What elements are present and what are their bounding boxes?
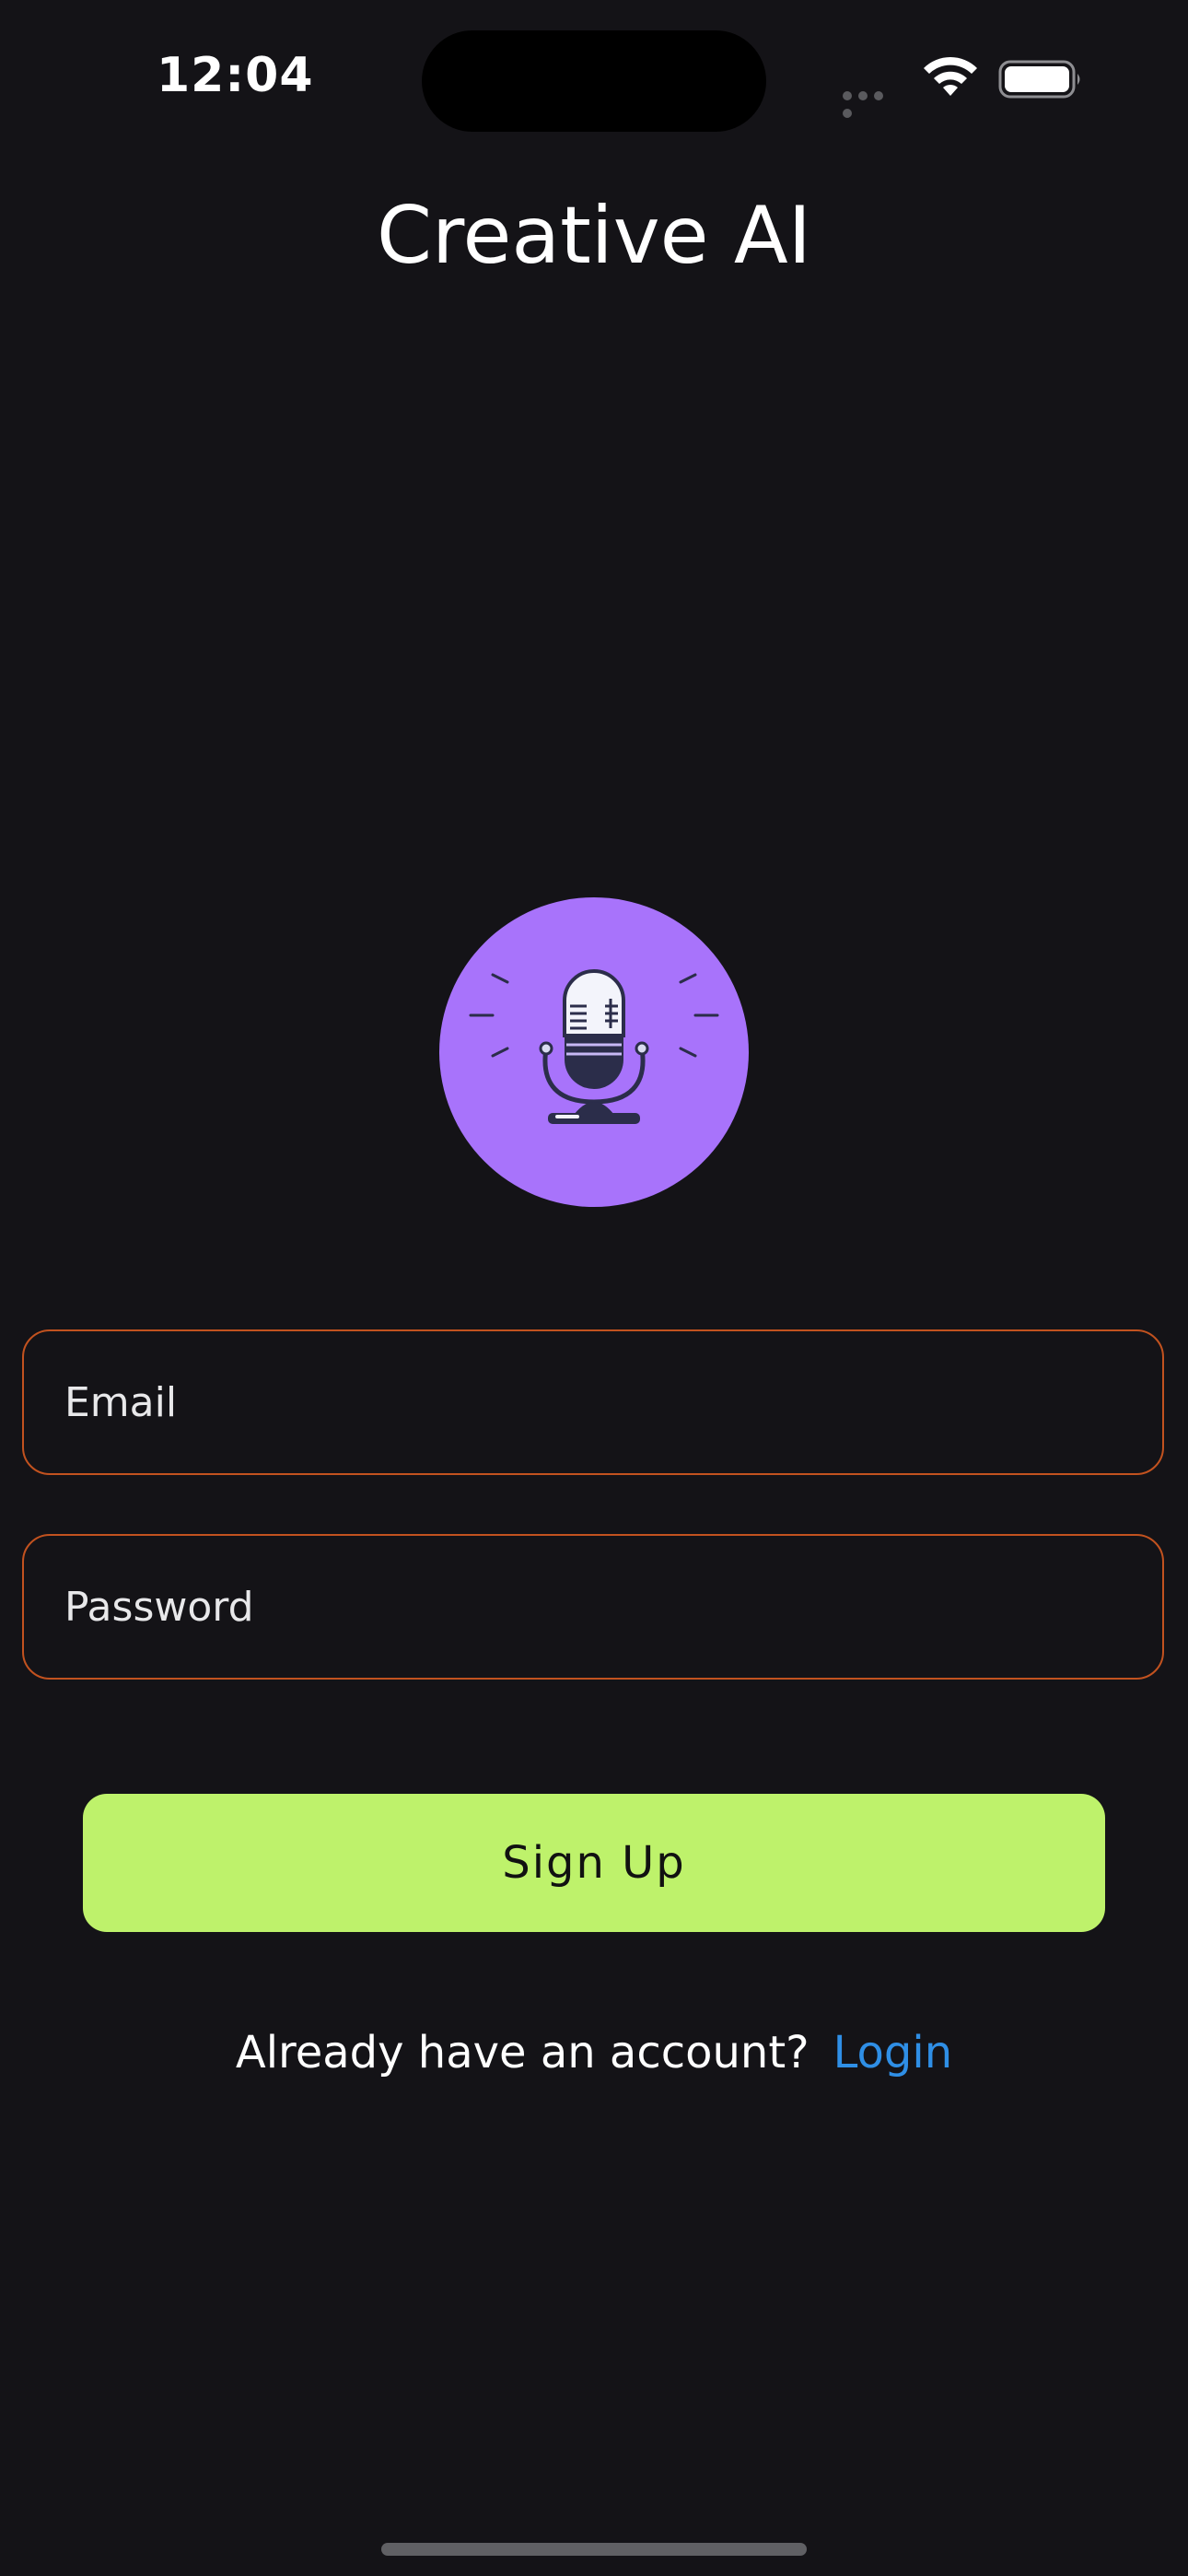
microphone-icon [439, 897, 749, 1207]
login-prompt-text: Already have an account? [235, 2027, 809, 2078]
login-prompt: Already have an account? Login [0, 2027, 1188, 2078]
wifi-icon [924, 56, 977, 96]
signup-button[interactable]: Sign Up [83, 1794, 1105, 1932]
page-title: Creative AI [376, 190, 812, 282]
dynamic-island [422, 30, 766, 132]
login-link[interactable]: Login [833, 2027, 953, 2078]
status-time: 12:04 [157, 48, 314, 103]
email-input[interactable] [24, 1331, 1162, 1473]
battery-icon [998, 60, 1080, 99]
signup-screen: 12:04 Creative AI Email Sign Up Already … [0, 0, 1188, 2576]
password-input[interactable] [24, 1536, 1162, 1678]
email-field[interactable] [22, 1329, 1164, 1475]
home-indicator[interactable] [381, 2543, 807, 2556]
password-field[interactable] [22, 1534, 1164, 1680]
cellular-signal-icon [843, 87, 903, 118]
